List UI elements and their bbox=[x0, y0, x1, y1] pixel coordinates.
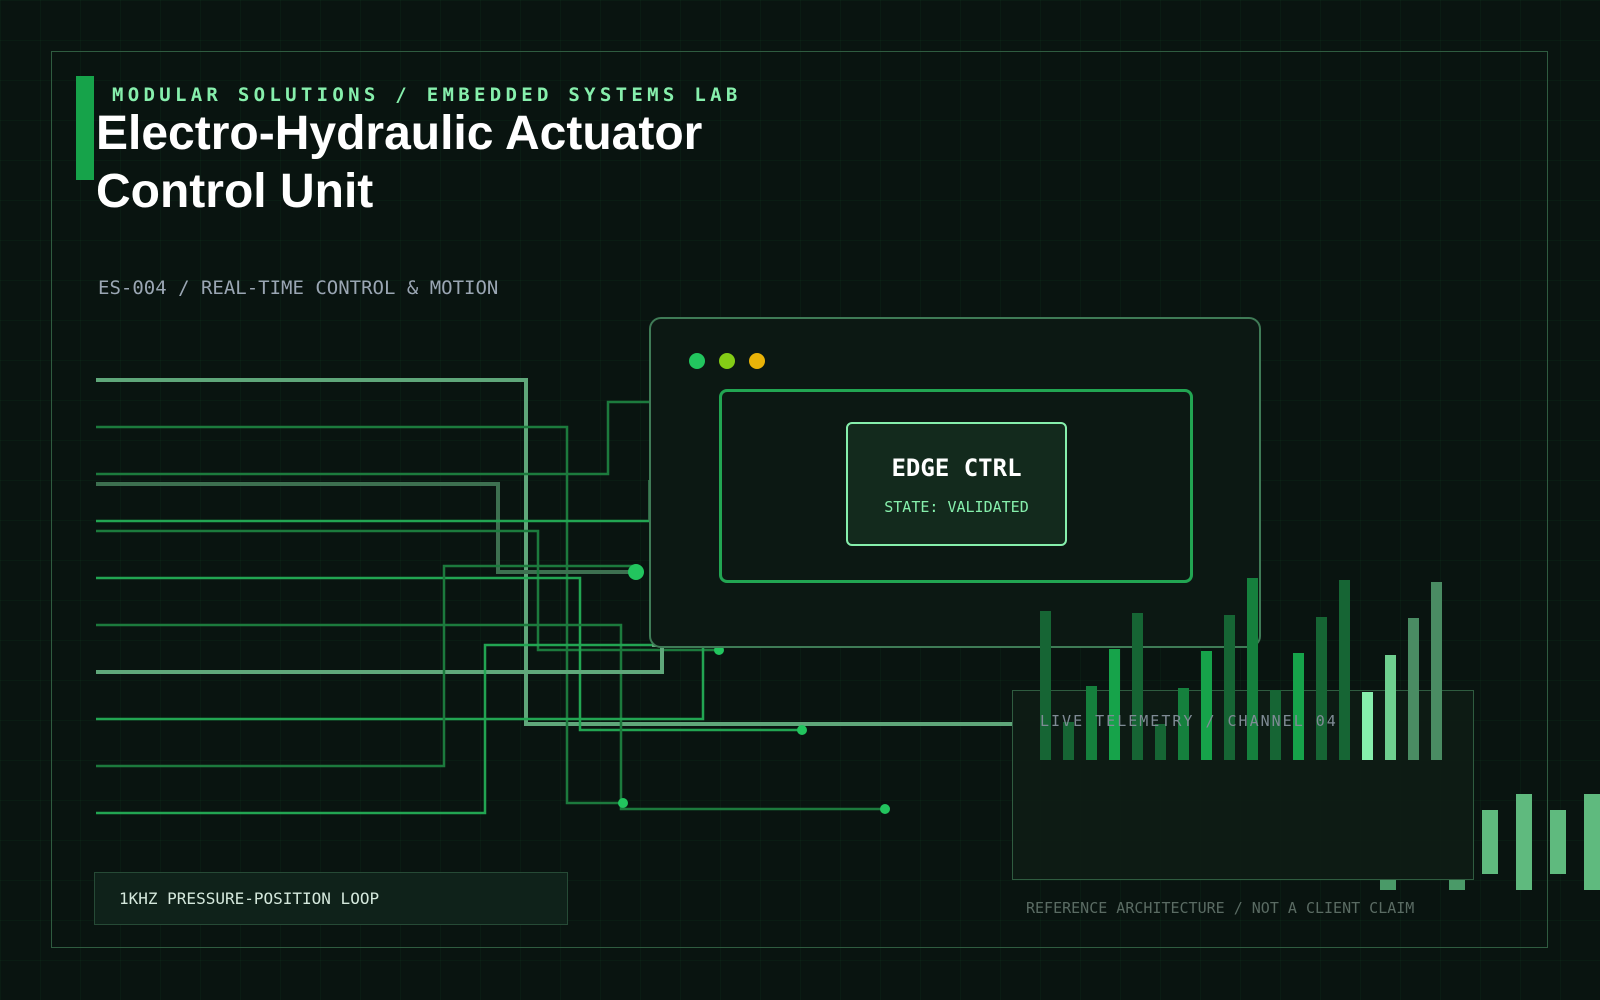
card-state: STATE: VALIDATED bbox=[884, 498, 1029, 516]
trace-node bbox=[880, 804, 890, 814]
status-dot-green bbox=[689, 353, 705, 369]
status-dot-lime bbox=[719, 353, 735, 369]
loop-badge-label: 1KHZ PRESSURE-POSITION LOOP bbox=[119, 889, 380, 908]
trace bbox=[96, 529, 719, 652]
trace bbox=[96, 645, 705, 721]
card-title: EDGE CTRL bbox=[891, 454, 1022, 482]
trace-node bbox=[618, 798, 628, 808]
trace bbox=[96, 564, 634, 768]
trace-node bbox=[628, 564, 644, 580]
controller-inner-frame: EDGE CTRL STATE: VALIDATED bbox=[719, 389, 1193, 583]
telemetry-label: LIVE TELEMETRY / CHANNEL 04 bbox=[1040, 712, 1338, 730]
footer-note: REFERENCE ARCHITECTURE / NOT A CLIENT CL… bbox=[1026, 899, 1415, 917]
status-dot-amber bbox=[749, 353, 765, 369]
trace bbox=[96, 482, 636, 574]
edge-ctrl-card: EDGE CTRL STATE: VALIDATED bbox=[846, 422, 1067, 546]
trace bbox=[96, 623, 885, 811]
loop-badge: 1KHZ PRESSURE-POSITION LOOP bbox=[94, 872, 568, 925]
trace bbox=[96, 400, 652, 476]
controller-window: EDGE CTRL STATE: VALIDATED bbox=[649, 317, 1261, 648]
trace-node bbox=[797, 725, 807, 735]
